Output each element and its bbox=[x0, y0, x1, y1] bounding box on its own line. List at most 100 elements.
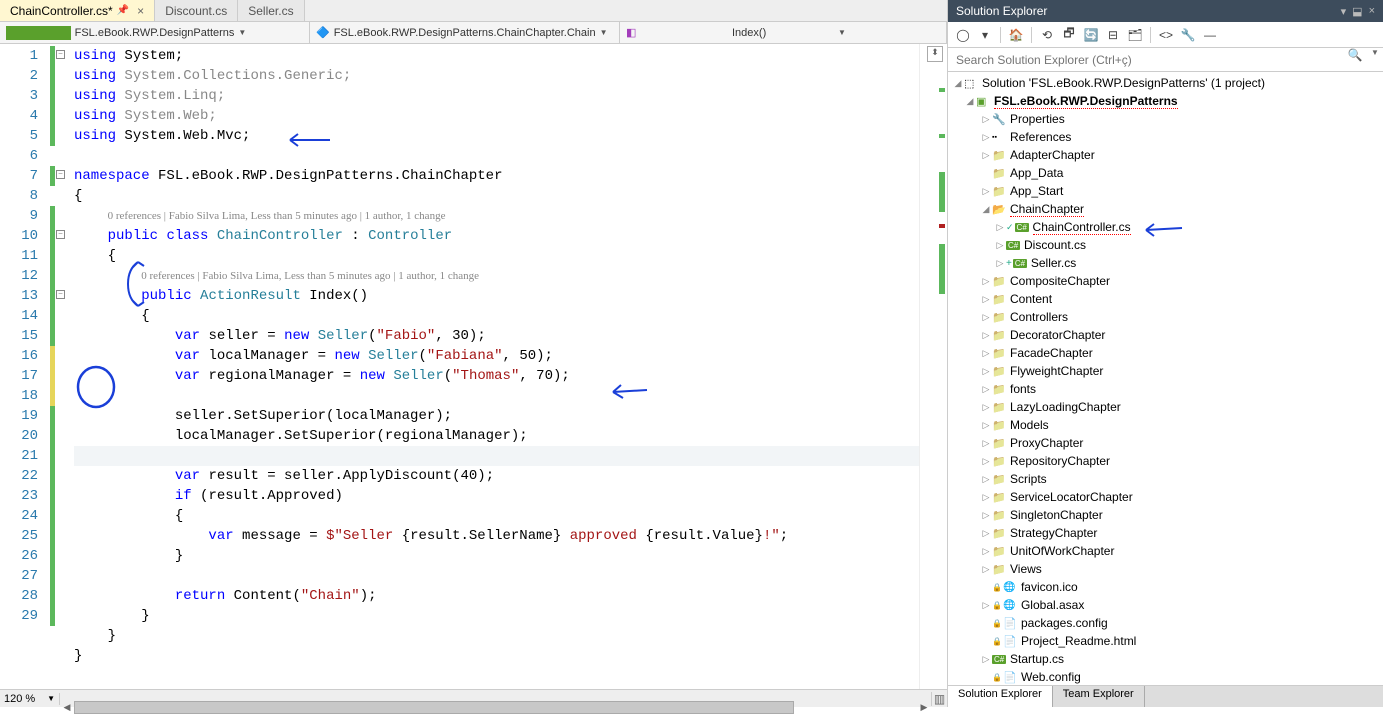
pin-icon[interactable]: ⬓ bbox=[1352, 5, 1362, 18]
project-node[interactable]: ◢ ▣ FSL.eBook.RWP.DesignPatterns bbox=[948, 92, 1383, 110]
tree-node[interactable]: ▷📁DecoratorChapter bbox=[948, 326, 1383, 344]
expander-icon[interactable]: ▷ bbox=[980, 384, 992, 395]
split-editor-icon[interactable]: ▥ bbox=[931, 692, 947, 706]
fold-toggle[interactable]: − bbox=[56, 290, 65, 299]
properties-icon[interactable]: 🔧 bbox=[1179, 26, 1197, 44]
tree-node[interactable]: ▷🔒🌐Global.asax bbox=[948, 596, 1383, 614]
tree-node[interactable]: ▷📁LazyLoadingChapter bbox=[948, 398, 1383, 416]
tree-node[interactable]: ▷📁Controllers bbox=[948, 308, 1383, 326]
expander-icon[interactable]: ▷ bbox=[994, 258, 1006, 269]
tree-node[interactable]: ▷📁Content bbox=[948, 290, 1383, 308]
expander-icon[interactable]: ▷ bbox=[980, 438, 992, 449]
expander-icon[interactable]: ▷ bbox=[980, 366, 992, 377]
expander-icon[interactable]: ▷ bbox=[980, 402, 992, 413]
tree-node[interactable]: ▷📁AdapterChapter bbox=[948, 146, 1383, 164]
refresh-icon[interactable]: 🔄 bbox=[1082, 26, 1100, 44]
tree-node[interactable]: ▷+C#Seller.cs bbox=[948, 254, 1383, 272]
expander-icon[interactable]: ▷ bbox=[980, 150, 992, 161]
expander-icon[interactable]: ▷ bbox=[980, 114, 992, 125]
nav-class[interactable]: 🔷 FSL.eBook.RWP.DesignPatterns.ChainChap… bbox=[310, 22, 620, 43]
expander-icon[interactable]: ▷ bbox=[980, 186, 992, 197]
expander-icon[interactable]: ▷ bbox=[994, 240, 1006, 251]
expander-icon[interactable]: ▷ bbox=[980, 312, 992, 323]
fold-toggle[interactable]: − bbox=[56, 50, 65, 59]
expander-icon[interactable]: ▷ bbox=[980, 456, 992, 467]
expander-icon[interactable]: ▷ bbox=[980, 276, 992, 287]
tree-node[interactable]: ▷🔧Properties bbox=[948, 110, 1383, 128]
close-icon[interactable]: × bbox=[1369, 5, 1375, 18]
preview-icon[interactable]: — bbox=[1201, 26, 1219, 44]
tree-node[interactable]: 🔒🌐favicon.ico bbox=[948, 578, 1383, 596]
solution-tree[interactable]: ◢ ⬚ Solution 'FSL.eBook.RWP.DesignPatter… bbox=[948, 72, 1383, 685]
home-icon[interactable]: 🏠 bbox=[1007, 26, 1025, 44]
expander-icon[interactable]: ▷ bbox=[980, 474, 992, 485]
solution-explorer-title-bar[interactable]: Solution Explorer ▾ ⬓ × bbox=[948, 0, 1383, 22]
tree-node[interactable]: ▷📁SingletonChapter bbox=[948, 506, 1383, 524]
tree-node[interactable]: 🔒📄packages.config bbox=[948, 614, 1383, 632]
overview-ruler[interactable]: ⬍ bbox=[919, 44, 947, 689]
search-icon[interactable]: 🔍 bbox=[1343, 48, 1367, 71]
expander-icon[interactable]: ▷ bbox=[980, 654, 992, 665]
scroll-right-icon[interactable]: ▶ bbox=[917, 699, 931, 717]
tree-node[interactable]: ▷📁RepositoryChapter bbox=[948, 452, 1383, 470]
expander-icon[interactable]: ▷ bbox=[980, 420, 992, 431]
expander-icon[interactable]: ▷ bbox=[980, 132, 992, 143]
expander-icon[interactable]: ▷ bbox=[980, 528, 992, 539]
tree-node[interactable]: 🔒📄Web.config bbox=[948, 668, 1383, 685]
tab-discount[interactable]: Discount.cs bbox=[155, 0, 238, 21]
expander-icon[interactable]: ▷ bbox=[994, 222, 1006, 233]
chevron-down-icon[interactable]: ▼ bbox=[1367, 48, 1383, 71]
tree-node[interactable]: ▷📁CompositeChapter bbox=[948, 272, 1383, 290]
tree-node[interactable]: ▷📁App_Start bbox=[948, 182, 1383, 200]
expander-icon[interactable]: ▷ bbox=[980, 492, 992, 503]
tree-node[interactable]: ▷✓C#ChainController.cs bbox=[948, 218, 1383, 236]
expander-icon[interactable]: ◢ bbox=[964, 96, 976, 107]
expander-icon[interactable]: ▷ bbox=[980, 294, 992, 305]
tree-node[interactable]: ▷C#Discount.cs bbox=[948, 236, 1383, 254]
expander-icon[interactable]: ◢ bbox=[980, 204, 992, 215]
tree-node[interactable]: ▷📁Views bbox=[948, 560, 1383, 578]
code-text[interactable]: using System;using System.Collections.Ge… bbox=[74, 44, 919, 689]
collapse-all-icon[interactable]: ⊟ bbox=[1104, 26, 1122, 44]
expander-icon[interactable]: ◢ bbox=[952, 78, 964, 89]
dropdown-icon[interactable]: ▾ bbox=[1341, 5, 1347, 18]
expander-icon[interactable]: ▷ bbox=[980, 546, 992, 557]
fold-toggle[interactable]: − bbox=[56, 170, 65, 179]
tree-node[interactable]: ▷📁StrategyChapter bbox=[948, 524, 1383, 542]
tab-team-explorer[interactable]: Team Explorer bbox=[1053, 686, 1145, 707]
zoom-selector[interactable]: 120 % ▼ bbox=[0, 693, 60, 705]
tree-node[interactable]: ▷📁FlyweightChapter bbox=[948, 362, 1383, 380]
close-icon[interactable]: × bbox=[137, 4, 144, 18]
tree-node[interactable]: ▷📁ProxyChapter bbox=[948, 434, 1383, 452]
nav-member[interactable]: ◧ Index() ▼ bbox=[620, 22, 947, 43]
tree-node[interactable]: 🔒📄Project_Readme.html bbox=[948, 632, 1383, 650]
scrollbar-thumb[interactable] bbox=[74, 701, 794, 714]
tree-node[interactable]: ◢📂ChainChapter bbox=[948, 200, 1383, 218]
solution-node[interactable]: ◢ ⬚ Solution 'FSL.eBook.RWP.DesignPatter… bbox=[948, 74, 1383, 92]
tree-node[interactable]: ▷📁fonts bbox=[948, 380, 1383, 398]
view-code-icon[interactable]: <> bbox=[1157, 26, 1175, 44]
tree-node[interactable]: ▷📁ServiceLocatorChapter bbox=[948, 488, 1383, 506]
expander-icon[interactable]: ▷ bbox=[980, 510, 992, 521]
tree-node[interactable]: ▷📁Models bbox=[948, 416, 1383, 434]
tree-node[interactable]: ▷📁UnitOfWorkChapter bbox=[948, 542, 1383, 560]
tree-node[interactable]: ▷📁Scripts bbox=[948, 470, 1383, 488]
tab-seller[interactable]: Seller.cs bbox=[238, 0, 304, 21]
expander-icon[interactable]: ▷ bbox=[980, 564, 992, 575]
solution-search-input[interactable] bbox=[948, 48, 1343, 71]
back-icon[interactable]: ◯ bbox=[954, 26, 972, 44]
pin-icon[interactable]: 📌 bbox=[117, 5, 129, 16]
tree-node[interactable]: ▷▪▪References bbox=[948, 128, 1383, 146]
code-editor[interactable]: 1234567891011121314151617181920212223242… bbox=[0, 44, 947, 689]
sync-icon[interactable]: ⟲ bbox=[1038, 26, 1056, 44]
tab-chaincontroller[interactable]: ChainController.cs* 📌 × bbox=[0, 0, 155, 21]
scroll-left-icon[interactable]: ◀ bbox=[60, 699, 74, 717]
forward-icon[interactable]: ▾ bbox=[976, 26, 994, 44]
tree-node[interactable]: ▷C#Startup.cs bbox=[948, 650, 1383, 668]
fold-gutter[interactable]: − − − − bbox=[56, 44, 74, 689]
tab-solution-explorer[interactable]: Solution Explorer bbox=[948, 686, 1053, 707]
pending-changes-icon[interactable]: 🗗 bbox=[1060, 26, 1078, 44]
tree-node[interactable]: 📁App_Data bbox=[948, 164, 1383, 182]
show-all-files-icon[interactable]: 🗂 bbox=[1126, 26, 1144, 44]
expander-icon[interactable]: ▷ bbox=[980, 330, 992, 341]
